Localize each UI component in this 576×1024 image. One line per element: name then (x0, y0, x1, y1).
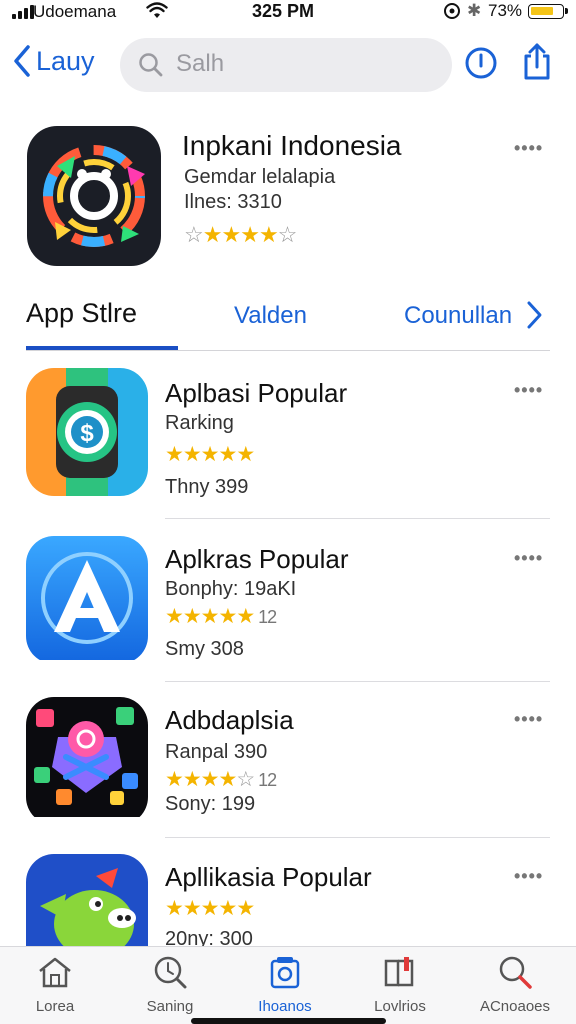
tabbar-item-lorea[interactable]: Lorea (0, 955, 110, 1015)
tabbar-item-lovlrios[interactable]: Lovlrios (345, 955, 455, 1015)
star-empty-icon: ☆ (236, 768, 255, 791)
app-icon[interactable] (26, 697, 148, 825)
tabbar-item-acnoaoes[interactable]: ACnoaoes (460, 955, 570, 1015)
star-filled-icon: ★ (182, 443, 202, 466)
app-meta: Smy 308 (165, 638, 244, 660)
featured-app-meta: Ilnes: 3310 (184, 191, 282, 213)
tabbar-item-ihoanos[interactable]: Ihoanos (230, 955, 340, 1015)
tabbar-label: Ihoanos (258, 998, 312, 1015)
info-icon[interactable] (464, 46, 498, 80)
home-icon (39, 957, 71, 988)
chevron-right-icon[interactable] (524, 300, 544, 330)
more-button[interactable]: •••• (514, 866, 543, 887)
app-title[interactable]: Apllikasia Popular (165, 862, 372, 893)
tab-app-store[interactable]: App Stlre (26, 298, 137, 329)
star-filled-icon: ★ (258, 222, 279, 247)
star-filled-icon: ★ (165, 605, 184, 628)
back-label: Lauy (36, 45, 95, 76)
search-icon (139, 53, 163, 77)
app-icon[interactable] (26, 854, 148, 946)
divider (165, 681, 550, 682)
app-title[interactable]: Aplkras Popular (165, 544, 349, 575)
app-meta: Thny 399 (165, 476, 249, 498)
star-filled-icon: ★ (200, 897, 220, 920)
app-icon[interactable]: $ (26, 368, 148, 496)
star-filled-icon: ★ (218, 768, 237, 791)
star-filled-icon: ★ (200, 605, 220, 628)
featured-app-title[interactable]: Inpkani Indonesia (182, 130, 402, 162)
star-filled-icon: ★ (221, 222, 241, 247)
rating-count: 12 (254, 770, 277, 790)
tabbar-label: ACnoaoes (479, 998, 551, 1015)
tabbar-item-saning[interactable]: Saning (115, 955, 225, 1015)
app-subtitle: Bonphy: 19aKI (165, 578, 297, 600)
star-filled-icon: ★ (165, 768, 184, 791)
more-button[interactable]: •••• (514, 138, 543, 159)
divider (26, 350, 550, 351)
tab-counullan[interactable]: Counullan (404, 302, 512, 330)
bluetooth-icon: ✱ (467, 1, 482, 20)
more-button[interactable]: •••• (514, 380, 543, 401)
divider (165, 518, 550, 519)
location-icon (444, 3, 460, 19)
battery-icon (528, 4, 568, 19)
app-icon[interactable] (26, 536, 148, 664)
star-filled-icon: ★ (218, 443, 237, 466)
star-empty-icon: ☆ (277, 222, 298, 247)
app-meta: Sony: 199 (165, 793, 256, 815)
status-bar: Udoemana 325 PM ✱ 73% (0, 0, 576, 24)
search-input[interactable]: Salh (120, 38, 452, 92)
star-filled-icon: ★ (236, 897, 255, 920)
tabbar-label: Saning (146, 998, 194, 1015)
star-filled-icon: ★ (202, 222, 223, 247)
star-filled-icon: ★ (218, 897, 237, 920)
more-button[interactable]: •••• (514, 709, 543, 730)
svg-text:$: $ (80, 420, 94, 447)
app-title[interactable]: Aplbasi Popular (165, 378, 347, 409)
search-placeholder: Salh (176, 50, 225, 77)
star-filled-icon: ★ (240, 222, 260, 247)
star-filled-icon: ★ (182, 897, 202, 920)
featured-app-subtitle: Gemdar lelalapia (184, 166, 336, 188)
featured-rating-stars: ☆★★★★☆ (184, 222, 298, 248)
more-button[interactable]: •••• (514, 548, 543, 569)
signal-icon (12, 5, 34, 19)
featured-app-icon[interactable] (27, 126, 161, 266)
magnifier-icon (499, 956, 532, 989)
chevron-left-icon (14, 45, 30, 77)
tabbar-label: Lovlrios (374, 998, 426, 1015)
app-rating-stars: ★★★★★ (165, 442, 255, 467)
app-rating-stars: ★★★★☆ 12 (165, 767, 277, 792)
carrier-name: Udoemana (33, 2, 117, 21)
app-subtitle: Ranpal 390 (165, 741, 268, 763)
clock: 325 PM (252, 1, 315, 21)
app-title[interactable]: Adbdaplsia (165, 705, 294, 736)
tab-bar: Lorea Saning Ihoanos Lovlrios ACnoaoes (0, 946, 576, 1024)
app-rating-stars: ★★★★★ 12 (165, 604, 277, 629)
book-icon (384, 957, 414, 987)
app-rating-stars: ★★★★★ (165, 896, 255, 921)
star-filled-icon: ★ (236, 443, 255, 466)
tab-valden[interactable]: Valden (234, 302, 307, 330)
star-filled-icon: ★ (218, 605, 237, 628)
share-icon[interactable] (520, 42, 554, 82)
search-circle-icon (154, 956, 187, 989)
wifi-icon (146, 2, 168, 18)
store-icon (270, 957, 300, 989)
rating-count: 12 (254, 607, 277, 627)
tabbar-label: Lorea (35, 998, 75, 1015)
star-filled-icon: ★ (200, 768, 220, 791)
star-empty-icon: ☆ (184, 222, 204, 247)
back-button[interactable]: Lauy (12, 44, 95, 78)
divider (165, 837, 550, 838)
star-filled-icon: ★ (236, 605, 255, 628)
star-filled-icon: ★ (200, 443, 220, 466)
star-filled-icon: ★ (182, 768, 202, 791)
battery-percent: 73% (488, 1, 523, 20)
star-filled-icon: ★ (165, 443, 184, 466)
star-filled-icon: ★ (165, 897, 184, 920)
app-subtitle: Rarking (165, 412, 234, 434)
star-filled-icon: ★ (182, 605, 202, 628)
home-indicator (191, 1018, 386, 1024)
